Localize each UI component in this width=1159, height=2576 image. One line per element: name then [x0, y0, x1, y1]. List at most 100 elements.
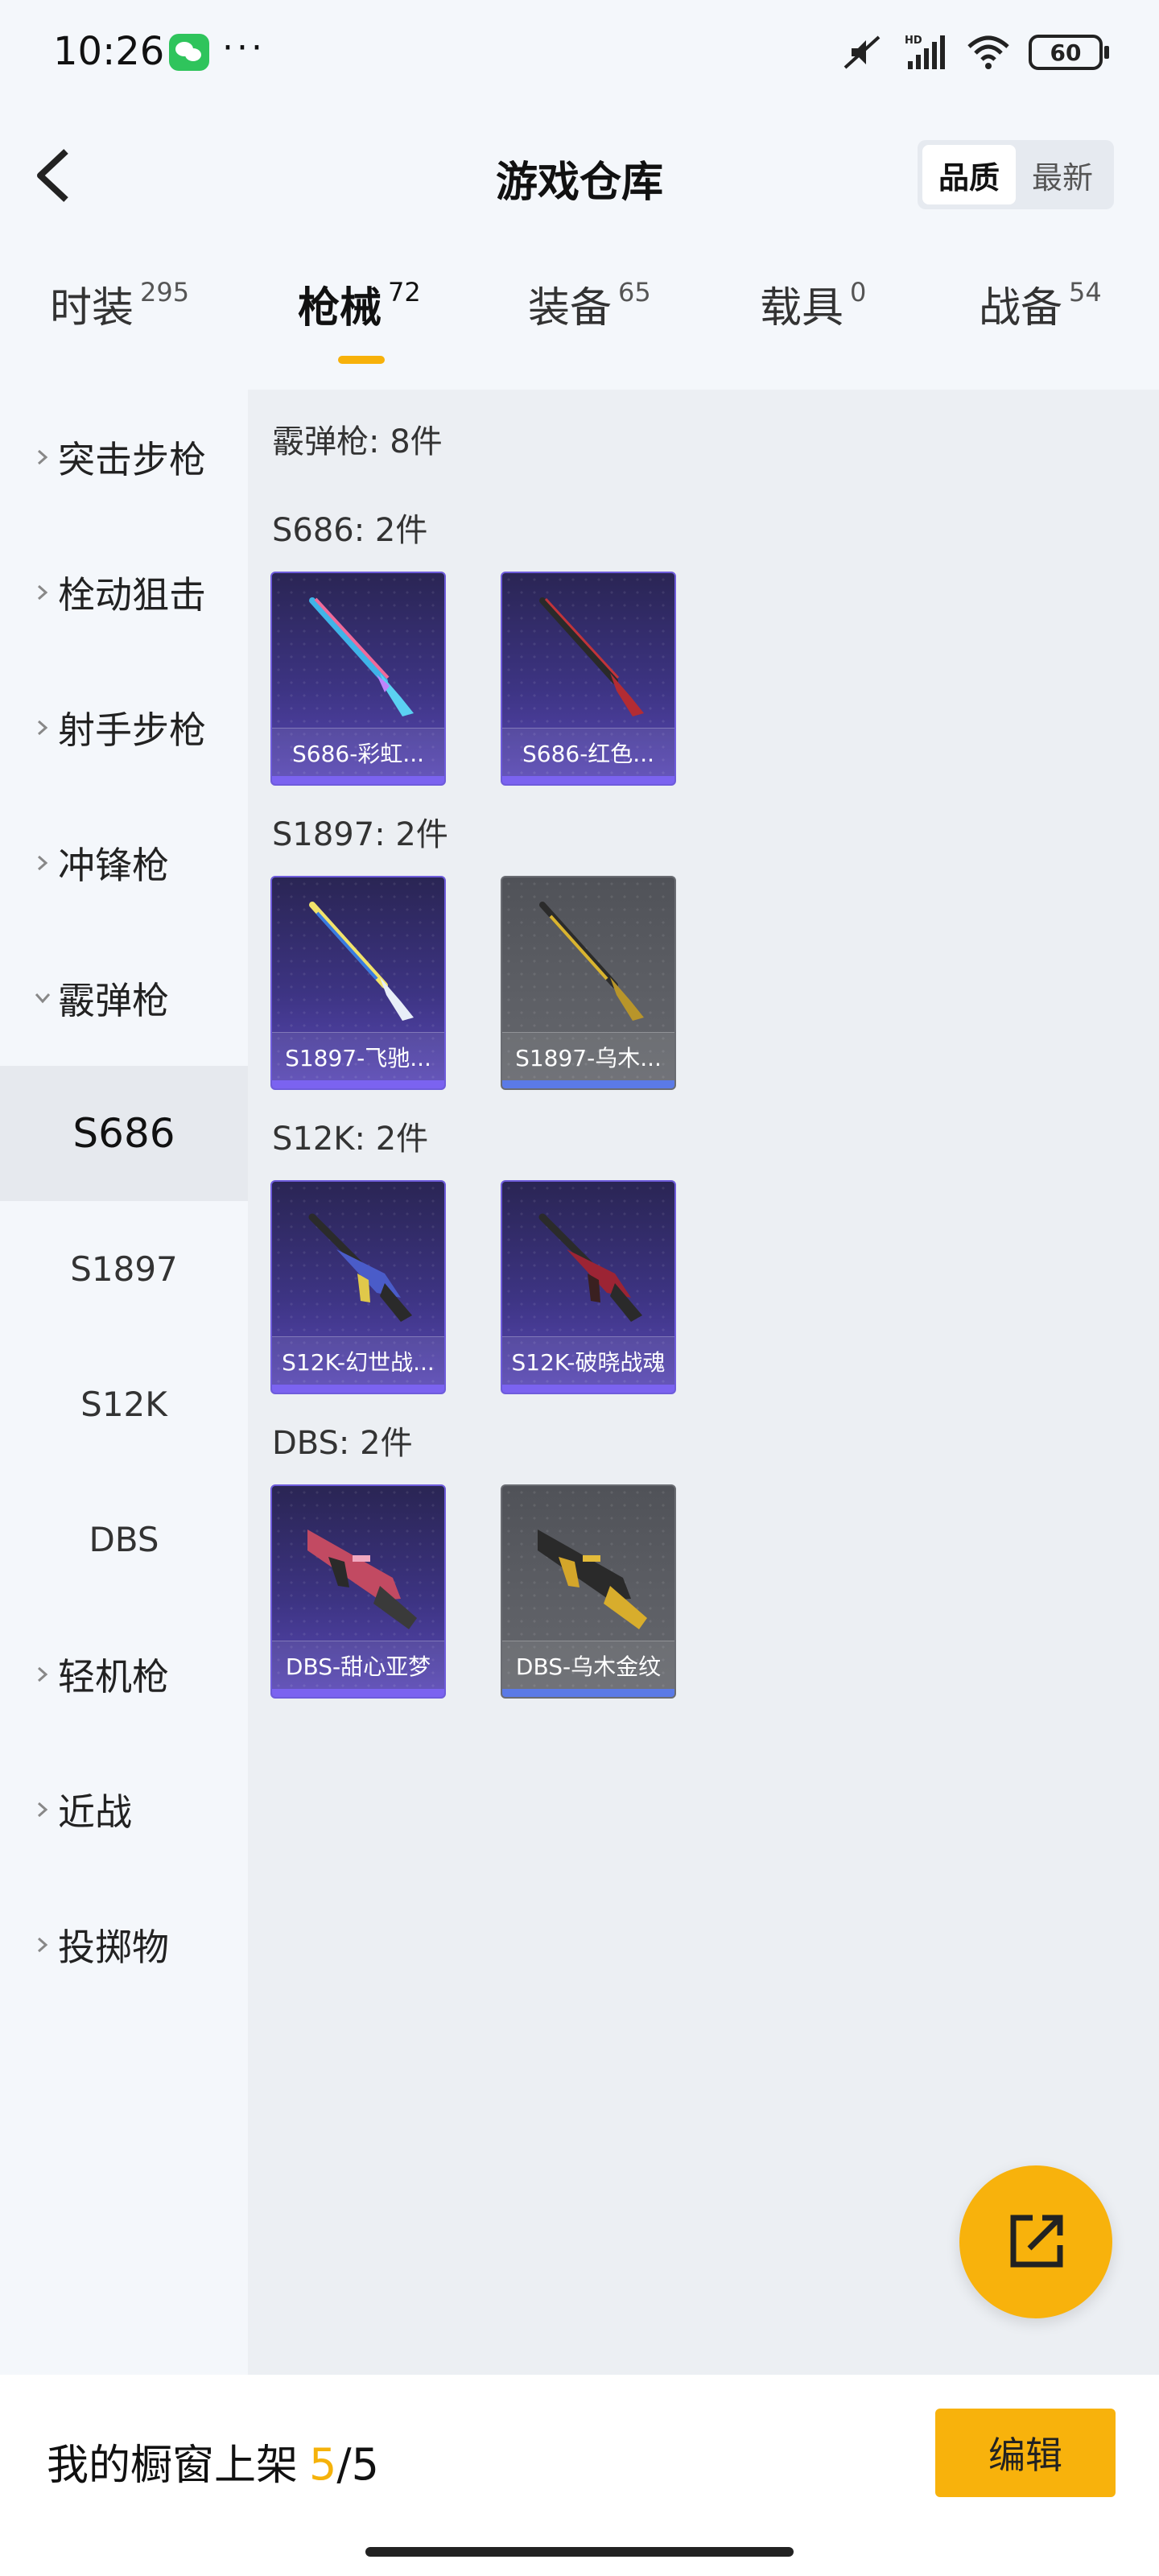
sidebar-item-label: 投掷物: [58, 1926, 169, 1969]
item-list: 霰弹枪: 8件 S686: 2件 S686-彩虹... S686-红色... S…: [248, 390, 1159, 2375]
sidebar-item-assault-rifle[interactable]: 突击步枪: [0, 390, 248, 525]
chevron-right-icon: [38, 1937, 48, 1953]
sidebar-item-melee[interactable]: 近战: [0, 1742, 248, 1877]
category-heading: 霰弹枪: 8件: [272, 423, 443, 460]
shotgun-icon: [309, 597, 414, 716]
quality-bar: [502, 776, 674, 784]
item-card[interactable]: S1897-乌木...: [501, 876, 676, 1090]
share-icon: [1010, 2215, 1063, 2268]
sidebar-item-label: 栓动狙击: [58, 573, 206, 617]
quality-bar: [502, 1080, 674, 1088]
status-icons: HD 60: [840, 32, 1109, 72]
showcase-total: 5: [351, 2439, 379, 2490]
sidebar-item-label: 射手步枪: [58, 708, 206, 752]
item-card[interactable]: S12K-幻世战...: [270, 1180, 446, 1394]
tab-label: 时装: [50, 284, 134, 332]
share-button[interactable]: [959, 2165, 1112, 2318]
sidebar-item-lmg[interactable]: 轻机枪: [0, 1607, 248, 1742]
signal-icon: HD: [905, 35, 945, 69]
wifi-icon: [967, 35, 1009, 69]
chevron-right-icon: [38, 855, 48, 871]
sidebar-item-label: 轻机枪: [58, 1655, 169, 1699]
item-card[interactable]: S686-红色...: [501, 572, 676, 786]
sort-by-quality[interactable]: 品质: [922, 145, 1016, 204]
tab-label: 装备: [528, 284, 612, 332]
sidebar-sub-s12k[interactable]: S12K: [0, 1336, 248, 1472]
tab-fashion[interactable]: 时装 295: [50, 274, 189, 334]
section-title: S12K: 2件: [272, 1121, 429, 1158]
quality-bar: [272, 1689, 444, 1697]
shotgun-icon: [539, 902, 644, 1021]
tab-guns[interactable]: 枪械 72: [298, 274, 421, 334]
status-time: 10:26: [53, 29, 165, 74]
quality-bar: [272, 1080, 444, 1088]
tab-count: 0: [850, 277, 867, 308]
tab-count: 72: [388, 277, 421, 308]
shotgun-icon: [308, 1213, 412, 1322]
item-name: S686-红色...: [502, 728, 674, 776]
sidebar-item-marksman-rifle[interactable]: 射手步枪: [0, 660, 248, 795]
item-card[interactable]: DBS-甜心亚梦: [270, 1484, 446, 1699]
sidebar-item-label: 冲锋枪: [58, 844, 169, 887]
sidebar-item-bolt-sniper[interactable]: 栓动狙击: [0, 525, 248, 660]
sidebar-item-label: 近战: [58, 1790, 132, 1834]
item-name: S12K-破晓战魂: [502, 1336, 674, 1385]
item-card[interactable]: DBS-乌木金纹: [501, 1484, 676, 1699]
battery-icon: 60: [1029, 35, 1109, 70]
more-notifications-icon: ···: [222, 27, 266, 68]
item-name: DBS-甜心亚梦: [272, 1641, 444, 1689]
header: 游戏仓库 品质 最新: [0, 105, 1159, 250]
mute-icon: [843, 35, 881, 69]
quality-bar: [272, 776, 444, 784]
status-bar: 10:26 ··· HD 60: [0, 0, 1159, 105]
chevron-down-icon: [35, 993, 51, 1004]
item-card[interactable]: S686-彩虹...: [270, 572, 446, 786]
active-tab-indicator: [338, 356, 385, 364]
home-indicator[interactable]: [365, 2547, 794, 2557]
tab-supplies[interactable]: 战备 54: [979, 274, 1102, 334]
item-name: S1897-乌木...: [502, 1032, 674, 1080]
quality-bar: [502, 1385, 674, 1393]
item-card[interactable]: S12K-破晓战魂: [501, 1180, 676, 1394]
sidebar-item-throwables[interactable]: 投掷物: [0, 1877, 248, 2013]
sort-toggle[interactable]: 品质 最新: [918, 140, 1114, 209]
chevron-right-icon: [38, 449, 48, 465]
section-title: S1897: 2件: [272, 816, 448, 853]
sidebar-item-label: 突击步枪: [58, 438, 206, 481]
wechat-icon: [169, 34, 209, 71]
sidebar-sub-s686[interactable]: S686: [0, 1066, 248, 1201]
sidebar-sub-dbs[interactable]: DBS: [0, 1472, 248, 1607]
edit-button[interactable]: 编辑: [935, 2409, 1116, 2497]
item-name: S1897-飞驰...: [272, 1032, 444, 1080]
tab-equipment[interactable]: 装备 65: [528, 274, 651, 334]
item-name: DBS-乌木金纹: [502, 1641, 674, 1689]
category-tabs: 时装 295 枪械 72 装备 65 载具 0 战备 54: [0, 274, 1159, 370]
section-title: DBS: 2件: [272, 1425, 413, 1462]
tab-label: 枪械: [298, 284, 382, 332]
showcase-label: 我的橱窗上架: [47, 2442, 299, 2490]
battery-level: 60: [1050, 39, 1082, 66]
section-title: S686: 2件: [272, 512, 428, 549]
chevron-right-icon: [38, 720, 48, 736]
tab-vehicles[interactable]: 载具 0: [760, 274, 866, 334]
warehouse-page: 10:26 ··· HD 60 游戏仓库 品质 最新 时装 295 枪械 72 …: [0, 0, 1159, 2576]
quality-bar: [272, 1385, 444, 1393]
shotgun-icon: [539, 597, 644, 716]
chevron-right-icon: [38, 1802, 48, 1818]
item-name: S12K-幻世战...: [272, 1336, 444, 1385]
sidebar-item-smg[interactable]: 冲锋枪: [0, 795, 248, 931]
showcase-separator: /: [336, 2439, 352, 2490]
tab-count: 295: [140, 277, 190, 308]
sort-by-newest[interactable]: 最新: [1016, 145, 1109, 204]
item-card[interactable]: S1897-飞驰...: [270, 876, 446, 1090]
tab-count: 65: [618, 277, 651, 308]
shotgun-icon: [307, 1530, 417, 1629]
shotgun-icon: [538, 1530, 647, 1629]
chevron-right-icon: [38, 584, 48, 601]
sidebar-sub-s1897[interactable]: S1897: [0, 1201, 248, 1336]
tab-label: 战备: [979, 284, 1063, 332]
showcase-status: 我的橱窗上架 5 / 5: [47, 2431, 379, 2491]
item-name: S686-彩虹...: [272, 728, 444, 776]
tab-count: 54: [1069, 277, 1102, 308]
sidebar-item-shotgun[interactable]: 霰弹枪: [0, 931, 248, 1066]
